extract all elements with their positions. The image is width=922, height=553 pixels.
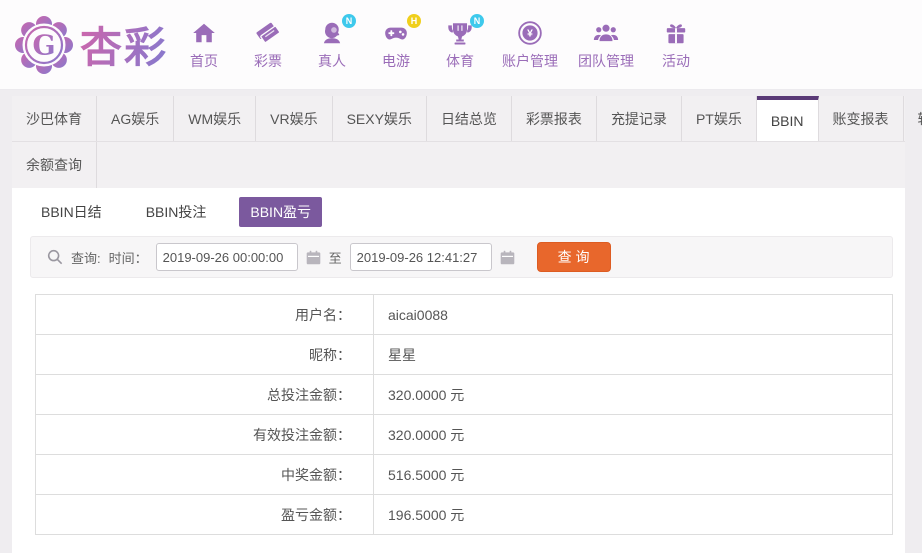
nav-item-team-mgmt[interactable]: 团队管理 xyxy=(578,18,634,71)
logo-flower-emblem-icon: G xyxy=(15,15,73,74)
tab-row-2: 余额查询 xyxy=(12,142,905,188)
team-icon xyxy=(592,18,620,46)
svg-text:¥: ¥ xyxy=(527,29,533,40)
new-badge: N xyxy=(470,14,485,28)
profit-loss-table: 用户名： aicai0088 昵称： 星星 总投注金额： 320.0000 元 … xyxy=(35,294,893,535)
row-label: 昵称： xyxy=(35,334,374,375)
table-row-winnings: 中奖金额： 516.5000 元 xyxy=(35,454,893,495)
tab-bbin[interactable]: BBIN xyxy=(756,96,819,141)
tab-vr[interactable]: VR娱乐 xyxy=(256,96,333,141)
svg-text:G: G xyxy=(32,30,55,61)
subtab-bbin-bets[interactable]: BBIN投注 xyxy=(135,197,218,227)
row-value: 196.5000 元 xyxy=(373,494,893,535)
header: G 杏彩 首页 彩票 N 真人 H 电游 N 体育 ¥ 账户管理 团队管理 活动 xyxy=(0,0,922,90)
search-icon xyxy=(46,248,64,266)
nav-item-promotions[interactable]: 活动 xyxy=(654,18,698,71)
row-value: aicai0088 xyxy=(373,294,893,335)
row-value: 320.0000 元 xyxy=(373,414,893,455)
tab-pt[interactable]: PT娱乐 xyxy=(682,96,757,141)
row-label: 中奖金额： xyxy=(35,454,374,495)
gamepad-icon: H xyxy=(382,14,422,46)
new-badge: N xyxy=(342,14,357,28)
row-label: 总投注金额： xyxy=(35,374,374,415)
hot-badge: H xyxy=(407,14,422,28)
time-label: 时间： xyxy=(108,250,148,266)
date-to-input[interactable] xyxy=(349,243,492,271)
lottery-tickets-icon xyxy=(255,18,281,46)
table-row-username: 用户名： aicai0088 xyxy=(35,294,893,335)
content-panel: BBIN日结 BBIN投注 BBIN盈亏 查询: 时间： 至 查 询 用户名： … xyxy=(12,188,905,553)
tab-sexy[interactable]: SEXY娱乐 xyxy=(333,96,427,141)
subtab-bbin-profit-loss[interactable]: BBIN盈亏 xyxy=(239,197,323,227)
tab-transfer-report[interactable]: 转账报表 xyxy=(904,96,922,141)
tab-balance-query[interactable]: 余额查询 xyxy=(12,142,97,188)
gift-icon xyxy=(663,18,689,46)
calendar-icon[interactable] xyxy=(305,249,322,266)
table-row-valid-bet: 有效投注金额： 320.0000 元 xyxy=(35,414,893,455)
bbin-subtabs: BBIN日结 BBIN投注 BBIN盈亏 xyxy=(30,197,905,227)
table-row-profit-loss: 盈亏金额： 196.5000 元 xyxy=(35,494,893,535)
nav-item-account-mgmt[interactable]: ¥ 账户管理 xyxy=(502,18,558,71)
nav-item-lottery[interactable]: 彩票 xyxy=(246,18,290,71)
nav-item-egames[interactable]: H 电游 xyxy=(374,14,422,71)
home-icon xyxy=(191,18,217,46)
row-value: 320.0000 元 xyxy=(373,374,893,415)
row-value: 星星 xyxy=(373,334,893,375)
table-row-total-bet: 总投注金额： 320.0000 元 xyxy=(35,374,893,415)
subtab-bbin-daily[interactable]: BBIN日结 xyxy=(30,197,113,227)
nav-item-sports[interactable]: N 体育 xyxy=(438,14,485,71)
calendar-icon[interactable] xyxy=(499,249,516,266)
row-value: 516.5000 元 xyxy=(373,454,893,495)
tab-row-1: 沙巴体育 AG娱乐 WM娱乐 VR娱乐 SEXY娱乐 日结总览 彩票报表 充提记… xyxy=(12,96,922,142)
nav-item-live[interactable]: N 真人 xyxy=(310,14,357,71)
logo-text: 杏彩 xyxy=(80,14,168,75)
row-label: 盈亏金额： xyxy=(35,494,374,535)
report-tabbar: 沙巴体育 AG娱乐 WM娱乐 VR娱乐 SEXY娱乐 日结总览 彩票报表 充提记… xyxy=(12,96,922,188)
live-dealer-icon: N xyxy=(319,14,357,46)
tab-account-change-report[interactable]: 账变报表 xyxy=(819,96,904,141)
tab-deposit-withdraw[interactable]: 充提记录 xyxy=(597,96,682,141)
main-nav: 首页 彩票 N 真人 H 电游 N 体育 ¥ 账户管理 团队管理 活动 xyxy=(182,14,698,71)
date-from-input[interactable] xyxy=(155,243,298,271)
tab-wm[interactable]: WM娱乐 xyxy=(174,96,257,141)
row-label: 有效投注金额： xyxy=(35,414,374,455)
to-label: 至 xyxy=(328,250,342,266)
trophy-icon: N xyxy=(447,14,485,46)
logo[interactable]: G 杏彩 xyxy=(14,14,168,75)
row-label: 用户名： xyxy=(35,294,374,335)
tab-shaba-sports[interactable]: 沙巴体育 xyxy=(12,96,97,141)
tab-daily-overview[interactable]: 日结总览 xyxy=(427,96,512,141)
tab-lottery-report[interactable]: 彩票报表 xyxy=(512,96,597,141)
query-button[interactable]: 查 询 xyxy=(536,242,611,272)
query-label: 查询: xyxy=(71,250,101,266)
tab-ag[interactable]: AG娱乐 xyxy=(97,96,175,141)
table-row-nickname: 昵称： 星星 xyxy=(35,334,893,375)
nav-item-home[interactable]: 首页 xyxy=(182,18,226,71)
search-bar: 查询: 时间： 至 查 询 xyxy=(30,236,893,278)
account-coin-icon: ¥ xyxy=(517,18,543,46)
